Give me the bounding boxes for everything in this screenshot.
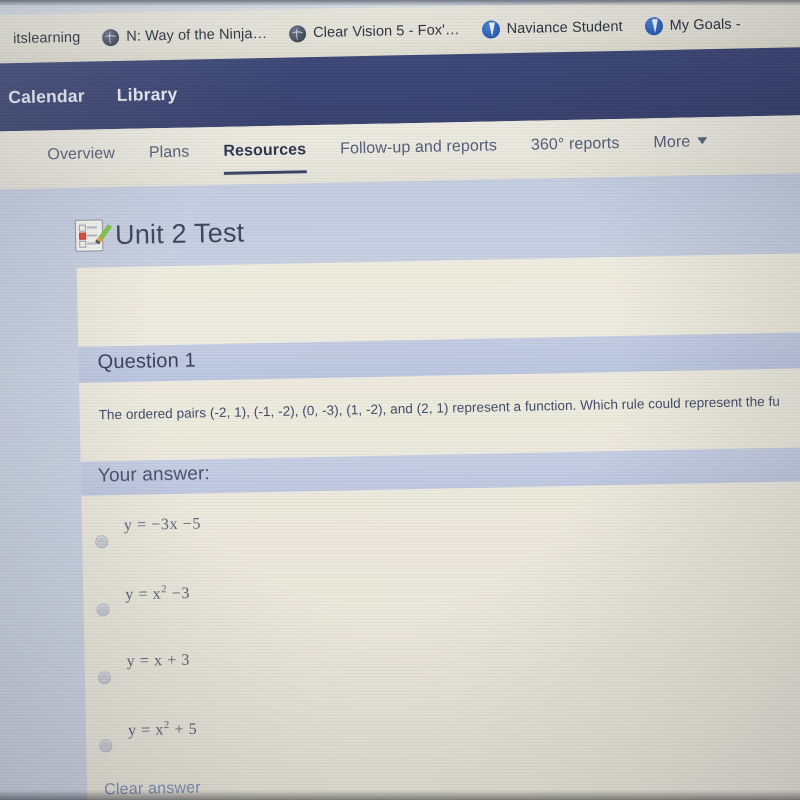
answer-options-list: y = −3x −5 y = x2 −3 y = x + 3 y = x2 + … — [95, 499, 740, 784]
bookmark-label: My Goals - — [669, 16, 741, 34]
bookmark-naviance-student[interactable]: Naviance Student — [481, 18, 623, 39]
bookmark-itslearning[interactable]: itslearning — [0, 29, 81, 48]
chevron-down-icon — [697, 137, 708, 145]
radio-button-a[interactable] — [95, 535, 109, 549]
bookmark-way-of-the-ninja[interactable]: N: Way of the Ninja… — [102, 25, 268, 46]
screen-photo: learning.com/ContentArea/ContentArea.asp… — [0, 0, 800, 800]
radio-button-c[interactable] — [97, 671, 112, 685]
test-document-icon — [74, 219, 113, 252]
option-d-label: y = x2 + 5 — [127, 720, 198, 740]
page-title-row: Unit 2 Test — [74, 216, 245, 252]
option-c-label: y = x + 3 — [126, 651, 191, 670]
tab-resources[interactable]: Resources — [223, 125, 306, 161]
radio-button-b[interactable] — [96, 603, 110, 617]
globe-icon — [102, 28, 120, 46]
nav-item-calendar[interactable]: Calendar — [8, 85, 85, 108]
clear-answer-link[interactable]: Clear answer — [104, 779, 201, 799]
radio-button-d[interactable] — [99, 739, 113, 753]
bookmark-clear-vision[interactable]: Clear Vision 5 - Fox'… — [288, 22, 460, 43]
option-b-label: y = x2 −3 — [125, 584, 191, 604]
tab-follow-up-and-reports[interactable]: Follow-up and reports — [340, 121, 497, 158]
browser-window: learning.com/ContentArea/ContentArea.asp… — [0, 0, 800, 800]
answer-option-a[interactable]: y = −3x −5 — [95, 499, 736, 580]
naviance-icon — [644, 17, 663, 36]
bookmark-label: Clear Vision 5 - Fox'… — [312, 22, 460, 42]
answer-option-b[interactable]: y = x2 −3 — [96, 567, 737, 648]
tab-more[interactable]: More — [653, 117, 708, 152]
tab-more-label: More — [653, 133, 691, 152]
nav-item-library[interactable]: Library — [117, 83, 178, 105]
option-a-label: y = −3x −5 — [123, 515, 202, 534]
tab-overview[interactable]: Overview — [47, 129, 115, 164]
naviance-icon — [481, 20, 500, 39]
answer-heading: Your answer: — [97, 463, 211, 487]
bookmark-label: N: Way of the Ninja… — [126, 25, 268, 45]
bookmark-label: Naviance Student — [506, 18, 623, 38]
answer-option-c[interactable]: y = x + 3 — [97, 635, 738, 716]
globe-icon — [288, 24, 307, 43]
tab-plans[interactable]: Plans — [148, 128, 190, 163]
question-heading: Question 1 — [97, 349, 197, 374]
answer-option-d[interactable]: y = x2 + 5 — [99, 703, 740, 784]
bookmark-my-goals[interactable]: My Goals - — [644, 15, 741, 36]
tab-360-reports[interactable]: 360° reports — [530, 119, 620, 155]
page-title: Unit 2 Test — [114, 216, 245, 250]
bookmark-label: itslearning — [12, 29, 81, 48]
